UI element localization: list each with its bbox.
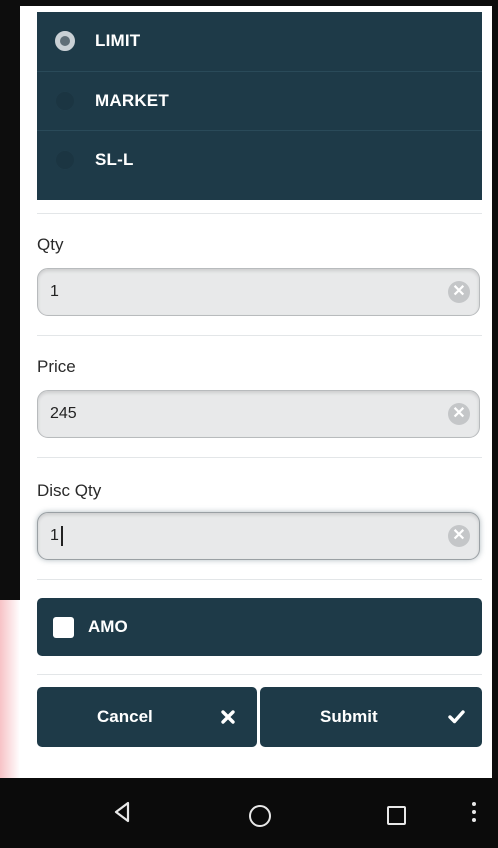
qty-field[interactable]: ✕ <box>37 268 480 316</box>
order-type-sl-l[interactable]: SL-L <box>37 130 482 189</box>
price-input[interactable] <box>50 391 430 436</box>
radio-unselected-icon[interactable] <box>55 91 75 111</box>
text-cursor <box>61 526 63 546</box>
divider <box>37 335 482 336</box>
order-type-label: SL-L <box>95 150 134 169</box>
qty-input[interactable] <box>50 269 430 314</box>
qty-clear-button[interactable]: ✕ <box>448 281 470 303</box>
price-clear-button[interactable]: ✕ <box>448 403 470 425</box>
system-navigation-bar <box>0 778 498 848</box>
disc-qty-input[interactable] <box>50 513 430 558</box>
radio-selected-icon[interactable] <box>55 31 75 51</box>
order-form-screen: LIMIT MARKET SL-L Qty ✕ Price ✕ Disc Qty… <box>20 6 492 778</box>
disc-qty-field[interactable]: ✕ <box>37 512 480 560</box>
cancel-button-label: Cancel <box>97 707 153 726</box>
divider <box>37 457 482 458</box>
order-type-label: LIMIT <box>95 31 141 50</box>
background-decoration <box>0 600 20 790</box>
amo-label: AMO <box>88 617 128 636</box>
divider <box>37 213 482 214</box>
cancel-button[interactable]: Cancel <box>37 687 257 747</box>
back-icon[interactable] <box>112 800 132 824</box>
home-icon[interactable] <box>249 805 271 827</box>
divider <box>37 674 482 675</box>
submit-button-label: Submit <box>320 707 378 726</box>
disc-qty-label: Disc Qty <box>37 481 102 500</box>
clear-icon: ✕ <box>452 404 466 422</box>
order-type-market[interactable]: MARKET <box>37 71 482 130</box>
overflow-menu-icon[interactable] <box>472 802 476 826</box>
submit-button[interactable]: Submit <box>260 687 482 747</box>
qty-label: Qty <box>37 235 64 254</box>
device-frame-right <box>492 0 498 848</box>
divider <box>37 579 482 580</box>
order-type-limit[interactable]: LIMIT <box>37 12 482 70</box>
price-label: Price <box>37 357 76 376</box>
clear-icon: ✕ <box>452 526 466 544</box>
close-icon <box>221 710 235 724</box>
order-type-label: MARKET <box>95 91 169 110</box>
clear-icon: ✕ <box>452 282 466 300</box>
order-type-radio-group: LIMIT MARKET SL-L <box>37 12 482 200</box>
amo-checkbox[interactable] <box>53 616 74 638</box>
amo-checkbox-row[interactable]: AMO <box>37 598 482 656</box>
checkmark-icon <box>448 710 465 724</box>
radio-unselected-icon[interactable] <box>55 150 75 170</box>
recents-icon[interactable] <box>387 806 406 825</box>
price-field[interactable]: ✕ <box>37 390 480 438</box>
disc-qty-clear-button[interactable]: ✕ <box>448 525 470 547</box>
